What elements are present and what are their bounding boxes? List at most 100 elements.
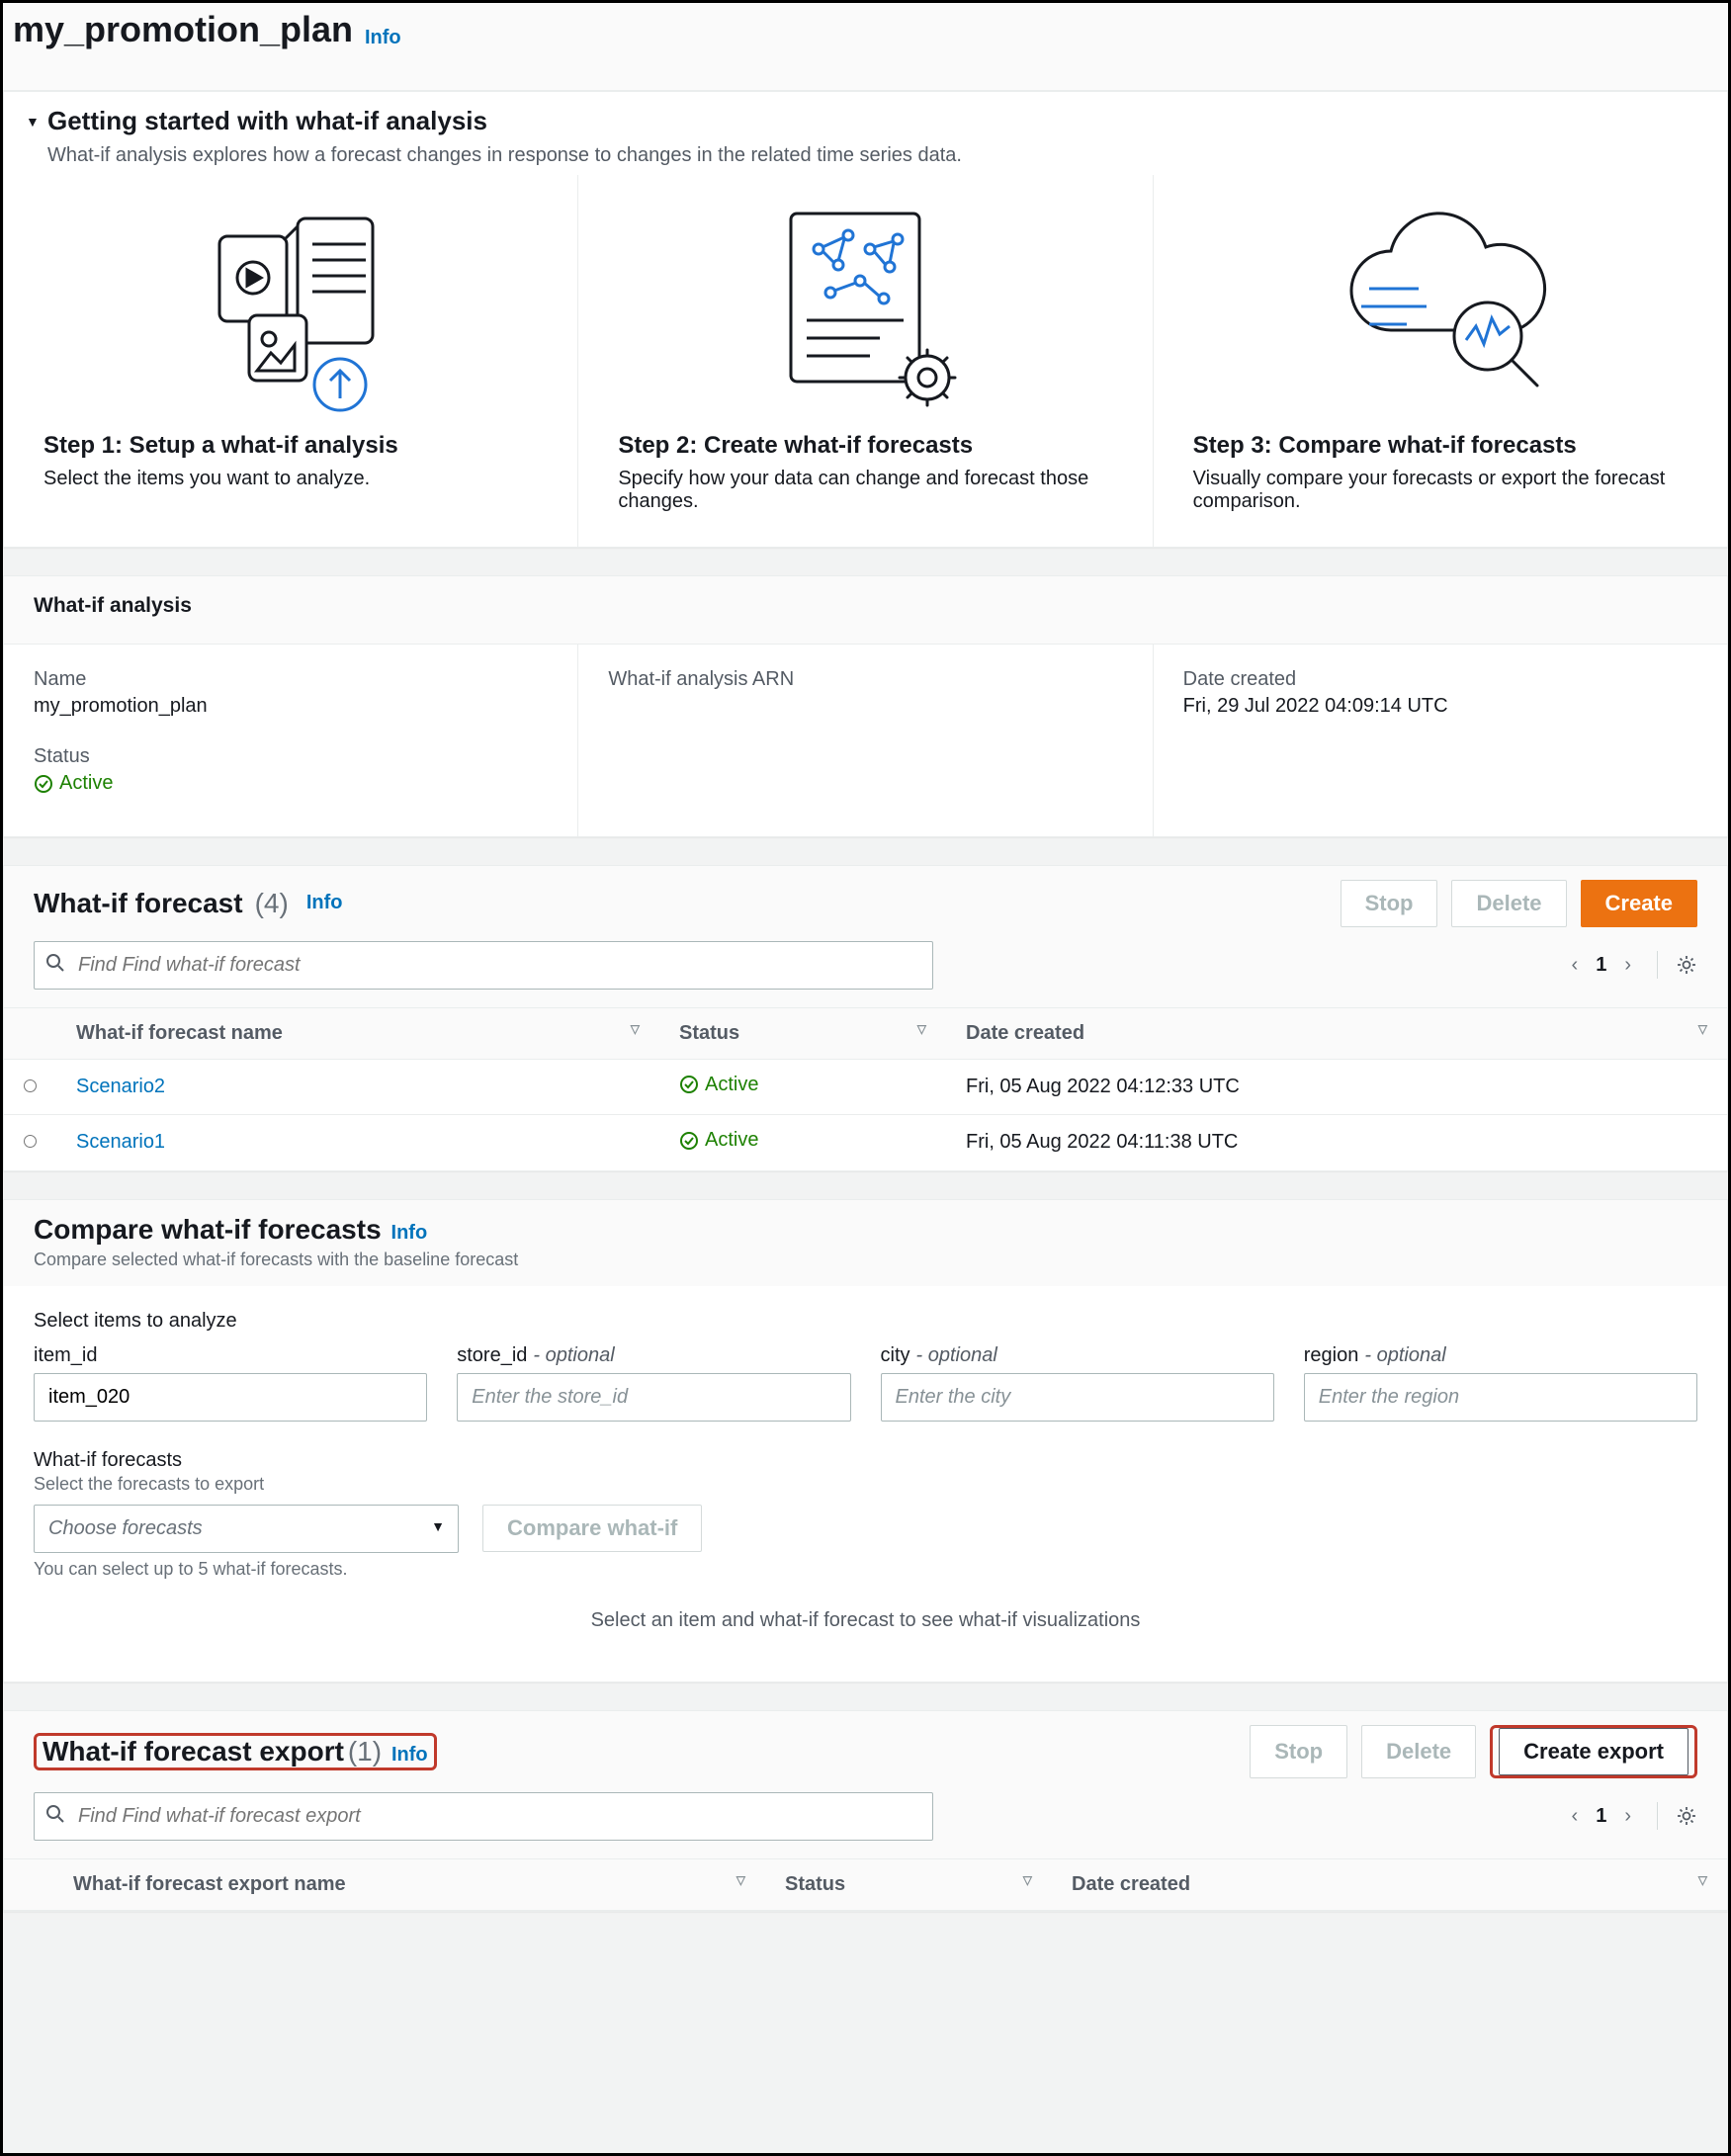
getting-started-desc: What-if analysis explores how a forecast… [47, 144, 1697, 167]
exports-toolbar: What-if forecast export (1) Info Stop De… [4, 1711, 1727, 1792]
pager-next-icon[interactable]: › [1624, 1805, 1631, 1828]
store-id-input[interactable] [457, 1373, 850, 1422]
col-export-status-label: Status [785, 1873, 845, 1895]
analysis-col-1: Name my_promotion_plan Status Active [4, 645, 578, 836]
pager-prev-icon[interactable]: ‹ [1572, 954, 1579, 977]
col-export-date[interactable]: Date created ▽ [1052, 1858, 1727, 1910]
exports-heading: What-if forecast export [43, 1736, 344, 1767]
col-export-name[interactable]: What-if forecast export name ▽ [53, 1858, 765, 1910]
forecasts-toolbar: What-if forecast (4) Info Stop Delete Cr… [4, 866, 1727, 941]
getting-started-title: Getting started with what-if analysis [47, 106, 1697, 136]
name-value: my_promotion_plan [34, 695, 548, 718]
forecasts-helper: You can select up to 5 what-if forecasts… [34, 1559, 1697, 1580]
forecasts-search-row: ‹ 1 › [4, 941, 1727, 1007]
forecasts-panel: What-if forecast (4) Info Stop Delete Cr… [3, 865, 1728, 1171]
viz-hint: Select an item and what-if forecast to s… [34, 1580, 1697, 1644]
table-row: Scenario1ActiveFri, 05 Aug 2022 04:11:38… [4, 1115, 1727, 1170]
select-col-header [4, 1858, 53, 1910]
col-date[interactable]: Date created ▽ [946, 1007, 1727, 1059]
arn-label: What-if analysis ARN [608, 668, 1122, 691]
forecasts-delete-button[interactable]: Delete [1451, 880, 1566, 927]
check-circle-icon [679, 1131, 699, 1151]
getting-started-header[interactable]: ▼ Getting started with what-if analysis … [4, 92, 1727, 175]
region-label: region [1304, 1344, 1359, 1367]
settings-gear-icon[interactable] [1657, 1802, 1697, 1830]
date-label: Date created [1183, 668, 1697, 691]
step1-illustration-icon [43, 197, 538, 424]
create-export-button[interactable]: Create export [1499, 1728, 1688, 1775]
forecasts-search-box [34, 941, 933, 990]
exports-stop-button[interactable]: Stop [1250, 1725, 1347, 1778]
city-label: city [881, 1344, 910, 1367]
steps-row: Step 1: Setup a what-if analysis Select … [4, 175, 1727, 547]
forecasts-pager: ‹ 1 › [1572, 951, 1697, 979]
pager-num: 1 [1596, 1805, 1606, 1828]
compare-body: Select items to analyze item_id store_id… [4, 1286, 1727, 1682]
forecast-link[interactable]: Scenario1 [76, 1131, 165, 1153]
analyze-fields: item_id store_id- optional city- optiona… [34, 1344, 1697, 1422]
compare-info-link[interactable]: Info [391, 1222, 428, 1244]
analysis-col-3: Date created Fri, 29 Jul 2022 04:09:14 U… [1154, 645, 1727, 836]
row-select-radio[interactable] [24, 1135, 37, 1148]
exports-pager: ‹ 1 › [1572, 1802, 1697, 1830]
step1-title: Step 1: Setup a what-if analysis [43, 432, 538, 460]
step-2: Step 2: Create what-if forecasts Specify… [578, 175, 1153, 547]
region-input[interactable] [1304, 1373, 1697, 1422]
exports-search-box [34, 1792, 933, 1841]
forecasts-heading: What-if forecast [34, 888, 243, 919]
col-name[interactable]: What-if forecast name ▽ [56, 1007, 659, 1059]
col-status[interactable]: Status ▽ [659, 1007, 946, 1059]
pager-next-icon[interactable]: › [1624, 954, 1631, 977]
pager-prev-icon[interactable]: ‹ [1572, 1805, 1579, 1828]
exports-search-input[interactable] [34, 1792, 933, 1841]
col-export-name-label: What-if forecast export name [73, 1873, 346, 1895]
forecasts-create-button[interactable]: Create [1581, 880, 1697, 927]
exports-table: What-if forecast export name ▽ Status ▽ … [4, 1858, 1727, 1911]
forecasts-select[interactable]: Choose forecasts [34, 1505, 459, 1553]
exports-info-link[interactable]: Info [391, 1744, 428, 1766]
city-input[interactable] [881, 1373, 1274, 1422]
region-opt: - optional [1364, 1344, 1445, 1367]
row-select-radio[interactable] [24, 1079, 37, 1092]
search-icon [45, 953, 65, 979]
exports-search-row: ‹ 1 › [4, 1792, 1727, 1858]
compare-button[interactable]: Compare what-if [482, 1505, 702, 1552]
forecasts-search-input[interactable] [34, 941, 933, 990]
analysis-panel: What-if analysis Name my_promotion_plan … [3, 575, 1728, 837]
sort-icon: ▽ [1698, 1022, 1707, 1036]
forecast-link[interactable]: Scenario2 [76, 1076, 165, 1097]
caret-down-icon: ▼ [26, 114, 40, 129]
forecasts-select-wrap: Choose forecasts ▼ [34, 1505, 459, 1553]
exports-count: (1) [348, 1736, 382, 1767]
exports-panel: What-if forecast export (1) Info Stop De… [3, 1710, 1728, 1912]
forecasts-info-link[interactable]: Info [306, 892, 343, 914]
page-title-bar: my_promotion_plan Info [3, 3, 1728, 91]
sort-icon: ▽ [1023, 1873, 1032, 1887]
item-id-input[interactable] [34, 1373, 427, 1422]
step3-title: Step 3: Compare what-if forecasts [1193, 432, 1688, 460]
forecasts-stop-button[interactable]: Stop [1341, 880, 1438, 927]
step-3: Step 3: Compare what-if forecasts Visual… [1154, 175, 1727, 547]
exports-heading-highlight: What-if forecast export (1) Info [34, 1733, 437, 1770]
name-label: Name [34, 668, 548, 691]
date-value: Fri, 29 Jul 2022 04:09:14 UTC [1183, 695, 1697, 718]
check-circle-icon [34, 774, 53, 794]
compare-heading: Compare what-if forecasts [34, 1214, 382, 1245]
col-export-status[interactable]: Status ▽ [765, 1858, 1052, 1910]
exports-delete-button[interactable]: Delete [1361, 1725, 1476, 1778]
sort-icon: ▽ [1698, 1873, 1707, 1887]
pager-num: 1 [1596, 954, 1606, 977]
step2-desc: Specify how your data can change and for… [618, 468, 1112, 513]
select-col-header [4, 1007, 56, 1059]
status-text: Active [59, 772, 113, 795]
city-opt: - optional [916, 1344, 997, 1367]
page-info-link[interactable]: Info [365, 27, 401, 48]
select-items-heading: Select items to analyze [34, 1310, 1697, 1333]
step2-illustration-icon [618, 197, 1112, 424]
store-id-opt: - optional [533, 1344, 614, 1367]
step1-desc: Select the items you want to analyze. [43, 468, 538, 490]
analysis-details: Name my_promotion_plan Status Active Wha… [4, 645, 1727, 836]
row-date: Fri, 05 Aug 2022 04:11:38 UTC [946, 1115, 1727, 1170]
sort-icon: ▽ [736, 1873, 745, 1887]
settings-gear-icon[interactable] [1657, 951, 1697, 979]
